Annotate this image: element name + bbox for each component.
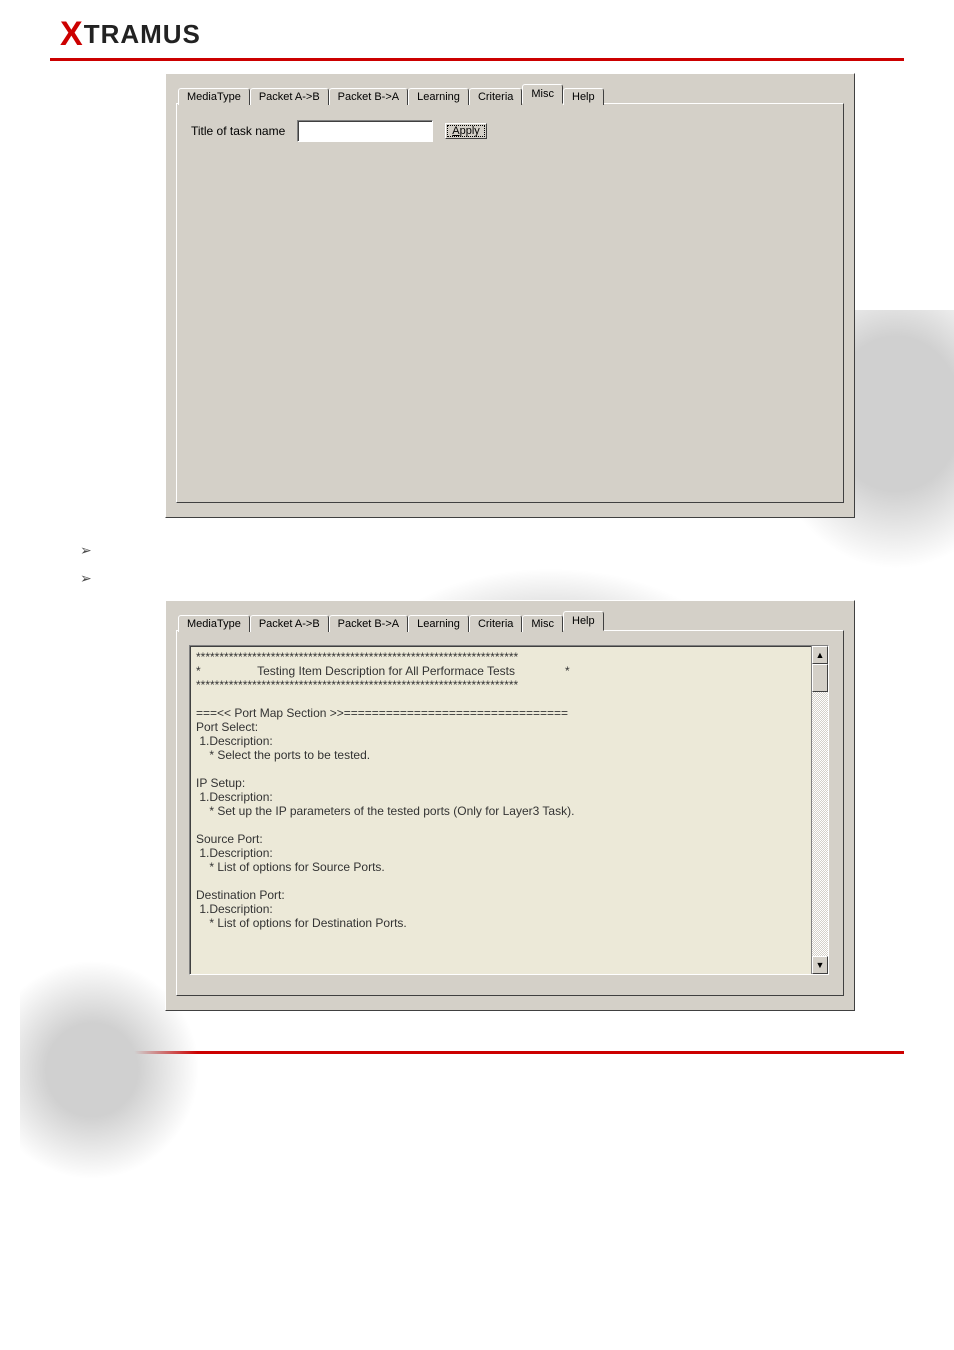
tab-misc[interactable]: Misc xyxy=(522,84,563,104)
tab-packet-ba[interactable]: Packet B->A xyxy=(329,88,408,105)
misc-tab-pane: Title of task name Apply xyxy=(176,103,844,503)
help-scrollbar[interactable]: ▲ ▼ xyxy=(811,646,828,974)
help-tab-pane: ****************************************… xyxy=(176,630,844,996)
tab-mediatype[interactable]: MediaType xyxy=(178,88,250,105)
tab-learning[interactable]: Learning xyxy=(408,615,469,632)
tab-criteria[interactable]: Criteria xyxy=(469,88,522,105)
tab-learning[interactable]: Learning xyxy=(408,88,469,105)
bullet-item-2 xyxy=(80,564,854,592)
scroll-up-button[interactable]: ▲ xyxy=(812,646,828,664)
bullet-item-1 xyxy=(80,536,854,564)
tab-misc[interactable]: Misc xyxy=(522,615,563,632)
scroll-thumb[interactable] xyxy=(812,664,828,692)
tab-row: MediaType Packet A->B Packet B->A Learni… xyxy=(176,82,844,104)
header-divider xyxy=(50,58,904,61)
brand-logo: XTRAMUS xyxy=(60,19,201,49)
tab-help[interactable]: Help xyxy=(563,611,604,631)
bullet-list xyxy=(165,536,854,592)
settings-panel-help: MediaType Packet A->B Packet B->A Learni… xyxy=(165,600,855,1011)
task-title-input[interactable] xyxy=(297,120,433,142)
title-label: Title of task name xyxy=(191,124,285,138)
brand-logo-text: TRAMUS xyxy=(84,19,201,49)
tab-row: MediaType Packet A->B Packet B->A Learni… xyxy=(176,609,844,631)
tab-packet-ab[interactable]: Packet A->B xyxy=(250,88,329,105)
title-field-row: Title of task name Apply xyxy=(191,120,829,142)
brand-logo-x: X xyxy=(60,15,84,53)
tab-help[interactable]: Help xyxy=(563,88,604,105)
tab-criteria[interactable]: Criteria xyxy=(469,615,522,632)
tab-packet-ab[interactable]: Packet A->B xyxy=(250,615,329,632)
tab-packet-ba[interactable]: Packet B->A xyxy=(329,615,408,632)
settings-panel-misc: MediaType Packet A->B Packet B->A Learni… xyxy=(165,73,855,518)
scroll-down-button[interactable]: ▼ xyxy=(812,956,828,974)
help-text-content: ****************************************… xyxy=(190,646,811,974)
page-header: XTRAMUS xyxy=(0,0,954,56)
scroll-track[interactable] xyxy=(812,664,828,956)
apply-button[interactable]: Apply xyxy=(445,123,487,139)
help-text-box: ****************************************… xyxy=(189,645,829,975)
apply-button-rest: pply xyxy=(460,125,480,137)
tab-mediatype[interactable]: MediaType xyxy=(178,615,250,632)
